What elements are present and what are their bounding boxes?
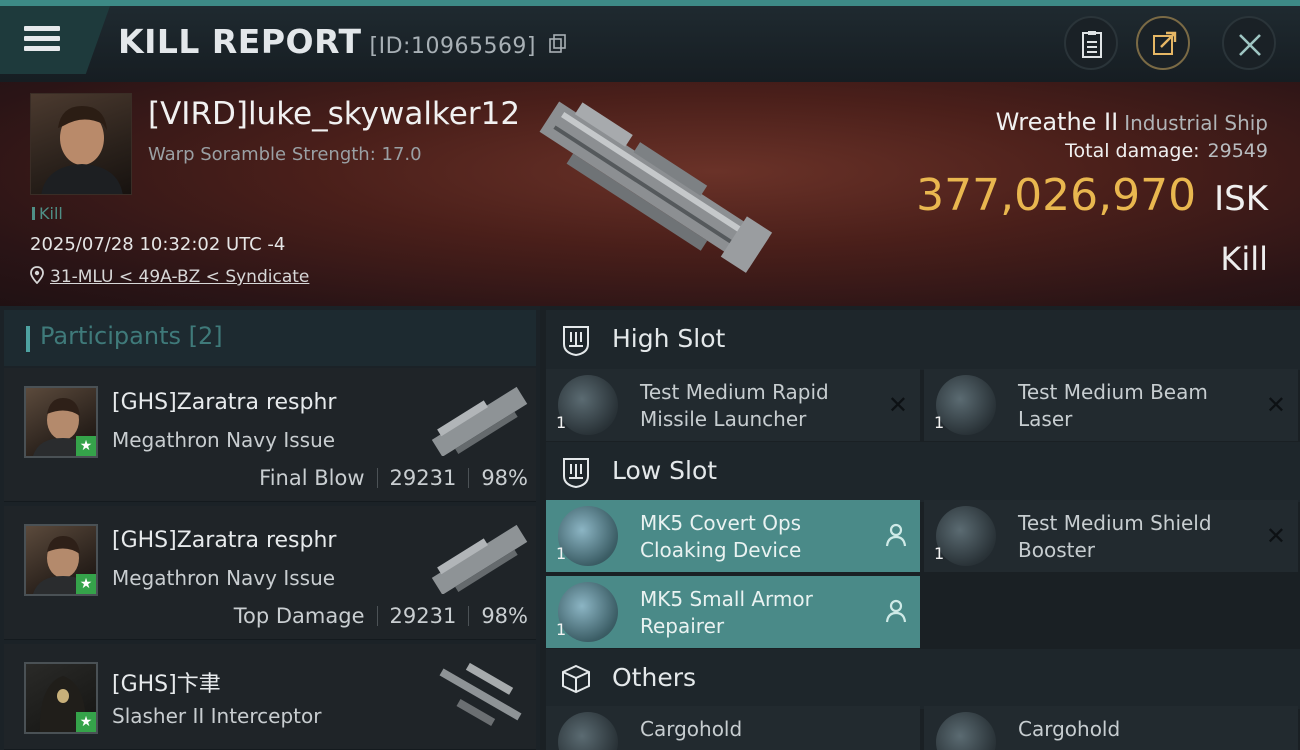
module-item[interactable]: 1 MK5 Small Armor Repairer: [546, 576, 920, 648]
module-name: Cargohold: [1018, 717, 1121, 741]
participant-row[interactable]: ★ [GHS]Zaratra resphr Megathron Navy Iss…: [4, 506, 536, 640]
share-icon: [1153, 31, 1177, 55]
kill-id: [ID:10965569]: [369, 34, 537, 59]
participant-stats: Top Damage 29231 98%: [234, 604, 528, 628]
participant-name: [GHS]Zaratra resphr: [112, 528, 337, 553]
cargohold-icon: [936, 712, 996, 750]
module-name: MK5 Covert Ops Cloaking Device: [640, 511, 802, 562]
ship-class: Industrial Ship: [1124, 111, 1268, 135]
cloaking-device-icon: [558, 506, 618, 566]
total-damage-value: 29549: [1207, 140, 1268, 162]
copy-icon[interactable]: [549, 34, 567, 54]
victim-name[interactable]: [VIRD]luke_skywalker12: [148, 96, 520, 132]
avatar: ★: [24, 386, 98, 458]
participant-name: [GHS]卞聿: [112, 672, 221, 697]
close-icon: [1239, 34, 1261, 56]
warp-scramble-strength: Warp Soramble Strength: 17.0: [148, 144, 422, 165]
module-name: Cargohold: [640, 717, 743, 741]
module-item[interactable]: 1 Test Medium Rapid Missile Launcher ✕: [546, 369, 920, 441]
module-name: MK5 Small Armor Repairer: [640, 587, 813, 638]
low-slot-label: Low Slot: [612, 456, 718, 485]
participant-ship-image: [431, 524, 528, 594]
clipboard-icon: [1082, 31, 1102, 58]
avatar: ★: [24, 524, 98, 596]
destroyed-x-icon: ✕: [1265, 391, 1286, 419]
participant-row[interactable]: ★ [GHS]Zaratra resphr Megathron Navy Iss…: [4, 368, 536, 502]
module-item[interactable]: 1 Test Medium Beam Laser ✕: [924, 369, 1298, 441]
others-label: Others: [612, 663, 697, 692]
participant-damage: 29231: [389, 604, 457, 628]
total-damage-label: Total damage:: [1065, 140, 1200, 162]
module-item[interactable]: 1 Test Medium Shield Booster ✕: [924, 500, 1298, 572]
participant-role: Final Blow: [259, 466, 365, 490]
kill-datetime: 2025/07/28 10:32:02 UTC -4: [30, 234, 286, 255]
module-name: Test Medium Shield Booster: [1018, 511, 1212, 562]
module-name: Test Medium Beam Laser: [1018, 380, 1208, 431]
rapid-missile-launcher-icon: [558, 375, 618, 435]
result-label: Kill: [1220, 240, 1268, 278]
victim-ship: Wreathe II Industrial Ship: [996, 108, 1268, 136]
module-qty: 1: [556, 620, 567, 639]
module-qty: 1: [934, 544, 945, 563]
ship-name: Wreathe II: [995, 108, 1119, 136]
participant-role: Top Damage: [233, 604, 365, 628]
isk-amount: 377,026,970: [916, 170, 1197, 221]
kill-type-tag: Kill: [32, 204, 63, 223]
high-slot-icon: [563, 326, 589, 356]
beam-laser-icon: [936, 375, 996, 435]
star-icon: ★: [76, 436, 96, 456]
module-item[interactable]: Cargohold: [924, 706, 1298, 750]
star-icon: ★: [76, 712, 96, 732]
star-icon: ★: [76, 574, 96, 594]
participant-ship: Megathron Navy Issue: [112, 566, 336, 590]
module-item[interactable]: Cargohold: [546, 706, 920, 750]
shield-booster-icon: [936, 506, 996, 566]
location-pin-icon: [30, 266, 44, 285]
kill-location[interactable]: 31-MLU < 49A-BZ < Syndicate: [30, 266, 309, 287]
module-qty: 1: [556, 413, 567, 432]
avatar: ★: [24, 662, 98, 734]
close-button[interactable]: [1222, 16, 1276, 70]
participant-percent: 98%: [481, 604, 528, 628]
others-header: Others: [546, 649, 1300, 709]
clipboard-button[interactable]: [1064, 16, 1118, 70]
share-button[interactable]: [1136, 16, 1190, 70]
participant-ship-image: [431, 386, 528, 456]
module-item[interactable]: 1 MK5 Covert Ops Cloaking Device: [546, 500, 920, 572]
location-link[interactable]: 31-MLU < 49A-BZ < Syndicate: [50, 267, 309, 287]
cargohold-icon: [558, 712, 618, 750]
module-qty: 1: [556, 544, 567, 563]
destroyed-x-icon: ✕: [1265, 522, 1286, 550]
participant-name: [GHS]Zaratra resphr: [112, 390, 337, 415]
participant-percent: 98%: [481, 466, 528, 490]
person-icon: [885, 599, 907, 623]
participants-title: Participants [2]: [40, 322, 223, 350]
participant-stats: Final Blow 29231 98%: [259, 466, 528, 490]
high-slot-label: High Slot: [612, 324, 726, 353]
participant-damage: 29231: [389, 466, 457, 490]
low-slot-header: Low Slot: [546, 442, 1300, 502]
isk-value: 377,026,970 ISK: [916, 170, 1268, 221]
armor-repairer-icon: [558, 582, 618, 642]
participant-row[interactable]: ★ [GHS]卞聿 Slasher II Interceptor: [4, 644, 536, 750]
low-slot-icon: [563, 458, 589, 488]
cube-icon: [562, 664, 590, 694]
participant-ship-image: [439, 662, 522, 726]
title-label: KILL REPORT: [118, 22, 362, 61]
victim-ship-image: [539, 101, 773, 273]
page-title: KILL REPORT [ID:10965569]: [118, 22, 567, 61]
module-name: Test Medium Rapid Missile Launcher: [640, 380, 829, 431]
kill-tag-label: Kill: [39, 204, 63, 223]
total-damage: Total damage: 29549: [1065, 140, 1268, 162]
high-slot-header: High Slot: [546, 310, 1300, 370]
victim-portrait: [30, 93, 132, 195]
participant-ship: Slasher II Interceptor: [112, 704, 322, 728]
participant-ship: Megathron Navy Issue: [112, 428, 336, 452]
isk-unit: ISK: [1214, 179, 1268, 219]
destroyed-x-icon: ✕: [887, 391, 908, 419]
person-icon: [885, 523, 907, 547]
module-qty: 1: [934, 413, 945, 432]
